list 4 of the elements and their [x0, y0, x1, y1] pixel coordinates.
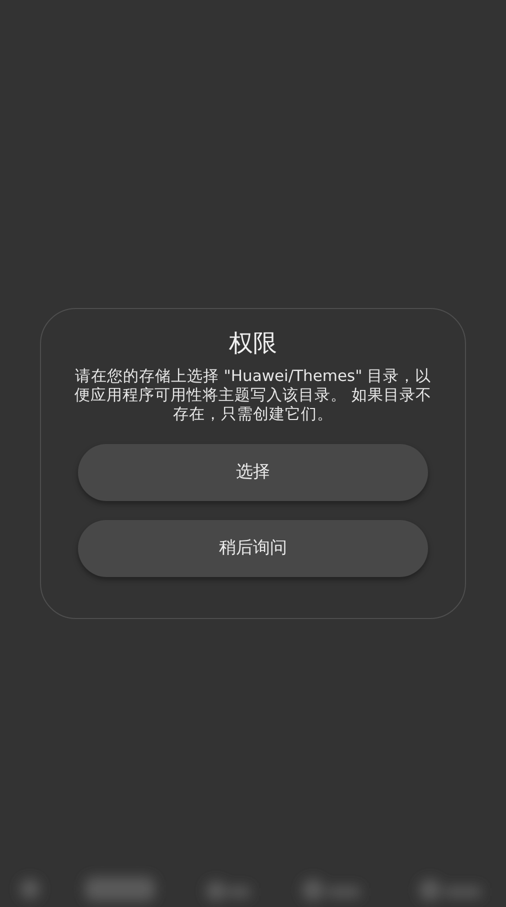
dialog-button[interactable]: 稍后询问	[78, 520, 428, 577]
dialog-button[interactable]: 选择	[78, 444, 428, 501]
dialog-title: 权限	[229, 328, 277, 359]
dialog-message: 请在您的存储上选择 "Huawei/Themes" 目录，以便应用程序可用性将主题写入该目录。 如果目录不存在，只需创建它们。	[74, 367, 432, 424]
